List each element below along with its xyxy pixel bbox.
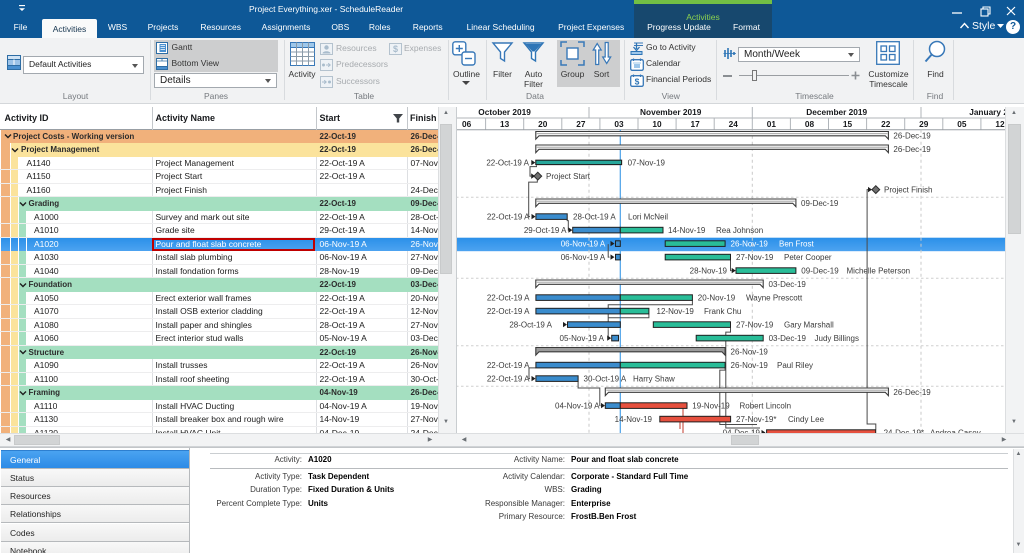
- svg-text:05-Nov-19 A: 05-Nov-19 A: [560, 334, 605, 343]
- svg-text:28-Oct-19 A: 28-Oct-19 A: [573, 213, 616, 222]
- svg-text:28-Nov-19: 28-Nov-19: [690, 267, 728, 276]
- svg-text:09-Dec-19: 09-Dec-19: [801, 199, 839, 208]
- svg-text:Peter Cooper: Peter Cooper: [784, 253, 832, 262]
- svg-text:07-Nov-19: 07-Nov-19: [628, 159, 666, 168]
- svg-text:22-Oct-19 A: 22-Oct-19 A: [487, 294, 530, 303]
- svg-text:04-Nov-19 A: 04-Nov-19 A: [555, 402, 600, 411]
- svg-text:Rea Johnson: Rea Johnson: [716, 226, 763, 235]
- svg-text:24: 24: [729, 119, 739, 129]
- svg-text:27-Nov-19: 27-Nov-19: [736, 321, 774, 330]
- svg-text:Michelle Peterson: Michelle Peterson: [847, 267, 911, 276]
- svg-text:December 2019: December 2019: [806, 107, 867, 117]
- svg-text:January 2020: January 2020: [969, 107, 1005, 117]
- svg-text:Gary Marshall: Gary Marshall: [784, 321, 834, 330]
- svg-text:14-Nov-19: 14-Nov-19: [668, 226, 706, 235]
- svg-text:22-Oct-19 A: 22-Oct-19 A: [487, 361, 530, 370]
- svg-text:27-Nov-19*: 27-Nov-19*: [736, 415, 776, 424]
- svg-text:Wayne Prescott: Wayne Prescott: [746, 294, 803, 303]
- svg-text:17: 17: [690, 119, 700, 129]
- svg-text:October 2019: October 2019: [478, 107, 531, 117]
- svg-text:Robert Lincoln: Robert Lincoln: [740, 402, 792, 411]
- svg-text:03-Dec-19: 03-Dec-19: [769, 334, 807, 343]
- svg-text:08: 08: [805, 119, 815, 129]
- svg-text:06-Nov-19 A: 06-Nov-19 A: [561, 240, 606, 249]
- svg-text:06: 06: [462, 119, 472, 129]
- svg-text:26-Dec-19: 26-Dec-19: [893, 388, 931, 397]
- svg-text:22-Oct-19 A: 22-Oct-19 A: [486, 159, 529, 168]
- svg-text:09-Dec-19: 09-Dec-19: [801, 267, 839, 276]
- svg-text:Paul Riley: Paul Riley: [777, 361, 813, 370]
- svg-text:01: 01: [767, 119, 777, 129]
- svg-text:12-Nov-19: 12-Nov-19: [657, 307, 695, 316]
- svg-text:$: $: [393, 44, 398, 54]
- svg-text:12: 12: [995, 119, 1005, 129]
- svg-text:27-Nov-19: 27-Nov-19: [736, 253, 774, 262]
- svg-text:20: 20: [538, 119, 548, 129]
- svg-text:05: 05: [957, 119, 967, 129]
- svg-text:22-Oct-19 A: 22-Oct-19 A: [487, 375, 530, 384]
- svg-text:03-Dec-19: 03-Dec-19: [769, 280, 807, 289]
- svg-text:19-Nov-19: 19-Nov-19: [692, 402, 730, 411]
- svg-text:Cindy Lee: Cindy Lee: [788, 415, 825, 424]
- svg-text:22: 22: [881, 119, 891, 129]
- svg-text:26-Dec-19: 26-Dec-19: [893, 132, 931, 141]
- svg-text:Ben Frost: Ben Frost: [779, 240, 814, 249]
- svg-text:27: 27: [576, 119, 586, 129]
- svg-text:Project Finish: Project Finish: [884, 186, 932, 195]
- svg-text:22-Oct-19 A: 22-Oct-19 A: [487, 307, 530, 316]
- svg-text:06-Nov-19 A: 06-Nov-19 A: [561, 253, 606, 262]
- svg-text:15: 15: [843, 119, 853, 129]
- svg-text:Project Start: Project Start: [546, 172, 591, 181]
- svg-text:November 2019: November 2019: [640, 107, 702, 117]
- svg-text:29: 29: [919, 119, 929, 129]
- svg-text:Harry Shaw: Harry Shaw: [633, 375, 675, 384]
- svg-text:30-Oct-19 A: 30-Oct-19 A: [584, 375, 627, 384]
- svg-text:20-Nov-19: 20-Nov-19: [698, 294, 736, 303]
- svg-text:10: 10: [652, 119, 662, 129]
- svg-text:26-Dec-19: 26-Dec-19: [893, 145, 931, 154]
- svg-text:13: 13: [500, 119, 510, 129]
- svg-text:26-Nov-19: 26-Nov-19: [731, 240, 769, 249]
- svg-text:Lori McNeil: Lori McNeil: [628, 213, 668, 222]
- svg-text:26-Nov-19: 26-Nov-19: [731, 348, 769, 357]
- svg-text:22-Oct-19 A: 22-Oct-19 A: [487, 213, 530, 222]
- svg-text:28-Oct-19 A: 28-Oct-19 A: [509, 321, 552, 330]
- svg-text:14-Nov-19: 14-Nov-19: [615, 415, 653, 424]
- svg-text:Frank Chu: Frank Chu: [704, 307, 741, 316]
- svg-text:03: 03: [614, 119, 624, 129]
- svg-text:26-Nov-19: 26-Nov-19: [731, 361, 769, 370]
- svg-text:$: $: [635, 76, 640, 86]
- svg-text:29-Oct-19 A: 29-Oct-19 A: [524, 226, 567, 235]
- svg-text:Judy Billings: Judy Billings: [815, 334, 859, 343]
